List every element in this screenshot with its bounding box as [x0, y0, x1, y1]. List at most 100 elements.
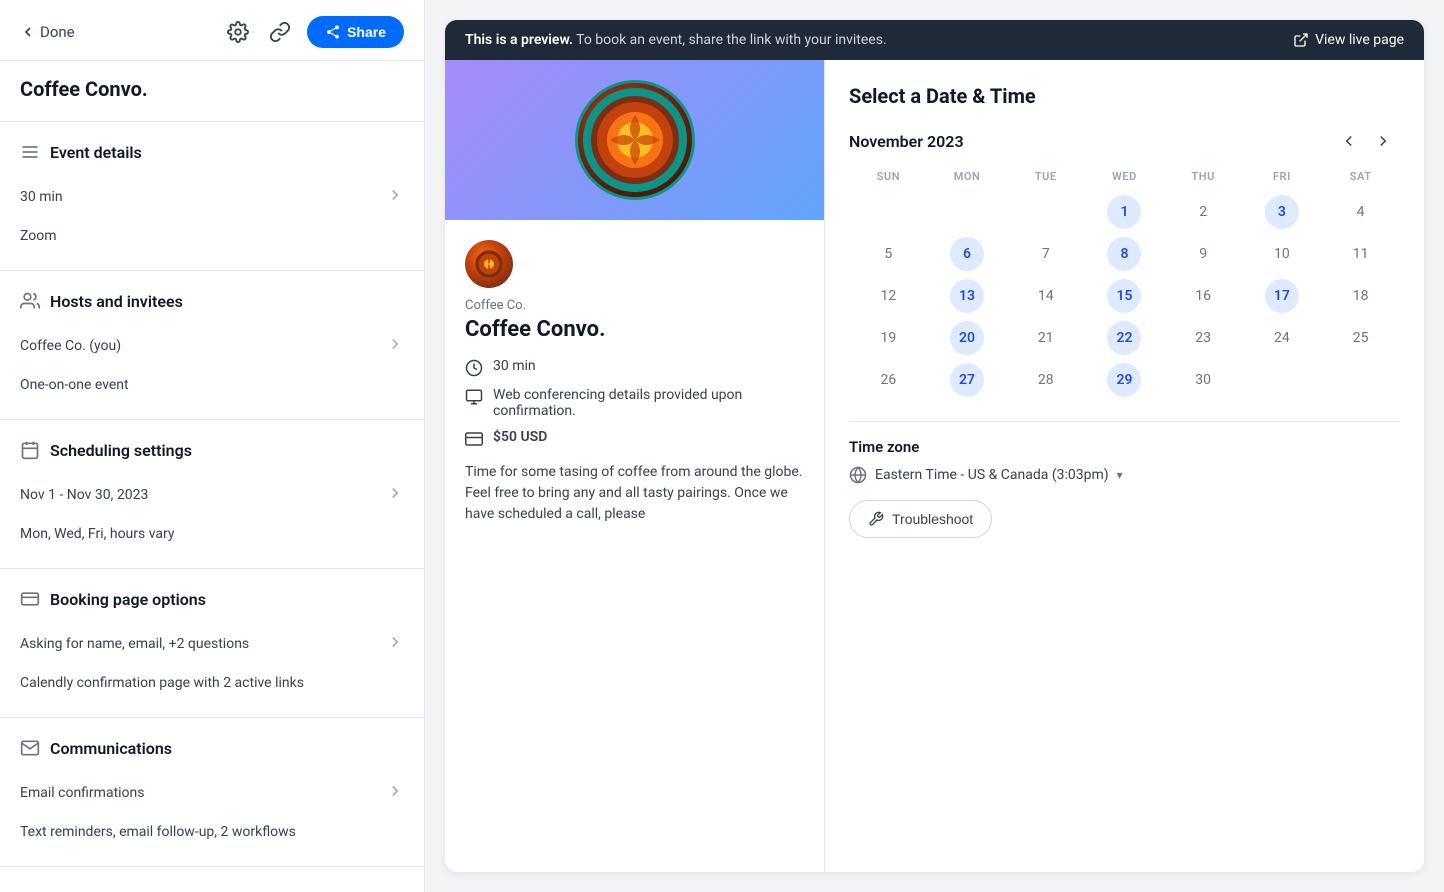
calendar-day-cell[interactable]: 29	[1085, 359, 1164, 401]
section-title: Event details	[50, 143, 142, 162]
available-day[interactable]: 27	[950, 363, 984, 397]
calendar-day-cell: 14	[1006, 275, 1085, 317]
section-title: Booking page options	[50, 590, 206, 609]
preview-message: To book an event, share the link with yo…	[576, 32, 887, 48]
sidebar-section-booking: Booking page options Asking for name, em…	[0, 569, 424, 718]
share-button[interactable]: Share	[307, 16, 404, 48]
calendar-day-cell	[1006, 191, 1085, 233]
calendar-day-header: WED	[1085, 170, 1164, 191]
share-icon	[325, 24, 341, 40]
section-row-text: Asking for name, email, +2 questions	[20, 636, 249, 652]
section-row[interactable]: Asking for name, email, +2 questions	[20, 623, 404, 665]
sidebar-header: Done Share	[0, 0, 424, 61]
calendar-day-cell	[1321, 359, 1400, 401]
section-title: Hosts and invitees	[50, 292, 183, 311]
link-icon	[269, 21, 291, 43]
available-day[interactable]: 1	[1107, 195, 1141, 229]
timezone-selector[interactable]: Eastern Time - US & Canada (3:03pm) ▾	[849, 466, 1400, 484]
event-organizer: Coffee Co.	[465, 298, 804, 313]
available-day[interactable]: 29	[1107, 363, 1141, 397]
page-title: Coffee Convo.	[0, 61, 424, 122]
calendar-day-cell: 10	[1243, 233, 1322, 275]
calendar-day-cell[interactable]: 15	[1085, 275, 1164, 317]
available-day[interactable]: 3	[1265, 195, 1299, 229]
preview-banner: This is a preview. To book an event, sha…	[445, 20, 1424, 60]
section-row-text: Calendly confirmation page with 2 active…	[20, 675, 304, 691]
calendar-day-cell[interactable]: 1	[1085, 191, 1164, 233]
section-row[interactable]: Zoom	[20, 218, 404, 254]
next-month-button[interactable]	[1366, 128, 1400, 154]
prev-month-button[interactable]	[1332, 128, 1366, 154]
calendar-day-cell	[849, 191, 928, 233]
calendar-day-cell: 19	[849, 317, 928, 359]
calendar-nav: November 2023	[849, 128, 1400, 154]
unavailable-day: 21	[1029, 321, 1063, 355]
section-row-text: Mon, Wed, Fri, hours vary	[20, 526, 175, 542]
unavailable-day: 2	[1186, 195, 1220, 229]
event-conferencing-row: Web conferencing details provided upon c…	[465, 387, 804, 419]
link-button[interactable]	[265, 17, 295, 47]
available-day[interactable]: 20	[950, 321, 984, 355]
event-duration-row: 30 min	[465, 358, 804, 377]
calendar-day-cell[interactable]: 17	[1243, 275, 1322, 317]
calendar-day-cell[interactable]: 22	[1085, 317, 1164, 359]
calendar-day-cell[interactable]: 27	[928, 359, 1007, 401]
unavailable-day: 14	[1029, 279, 1063, 313]
unavailable-day: 16	[1186, 279, 1220, 313]
section-row[interactable]: Email confirmations	[20, 772, 404, 814]
unavailable-day: 5	[871, 237, 905, 271]
preview-panel: This is a preview. To book an event, sha…	[445, 20, 1424, 872]
calendar-day-cell: 12	[849, 275, 928, 317]
calendar-day-cell[interactable]: 20	[928, 317, 1007, 359]
chevron-right-icon	[386, 633, 404, 655]
section-icon-hosts-invitees	[20, 291, 40, 311]
preview-body: Coffee Co. Coffee Convo. 30 min	[445, 60, 1424, 872]
available-day[interactable]: 8	[1107, 237, 1141, 271]
calendar-day-cell: 28	[1006, 359, 1085, 401]
unavailable-day: 11	[1344, 237, 1378, 271]
calendar-day-cell[interactable]: 8	[1085, 233, 1164, 275]
available-day[interactable]: 22	[1107, 321, 1141, 355]
calendar-day-cell: 21	[1006, 317, 1085, 359]
settings-button[interactable]	[223, 17, 253, 47]
event-duration: 30 min	[493, 358, 536, 374]
available-day[interactable]: 15	[1107, 279, 1141, 313]
unavailable-day: 10	[1265, 237, 1299, 271]
section-row[interactable]: Nov 1 - Nov 30, 2023	[20, 474, 404, 516]
timezone-section: Time zone Eastern Time - US & Canada (3:…	[849, 421, 1400, 538]
timezone-label: Time zone	[849, 438, 1400, 456]
section-row[interactable]: Text reminders, email follow-up, 2 workf…	[20, 814, 404, 850]
section-title: Communications	[50, 739, 172, 758]
section-row[interactable]: Mon, Wed, Fri, hours vary	[20, 516, 404, 552]
available-day[interactable]: 17	[1265, 279, 1299, 313]
troubleshoot-button[interactable]: Troubleshoot	[849, 500, 992, 538]
view-live-link[interactable]: View live page	[1293, 32, 1404, 48]
timezone-value: Eastern Time - US & Canada (3:03pm)	[875, 467, 1109, 483]
calendar-day-cell: 25	[1321, 317, 1400, 359]
sidebar-sections: Event details 30 min Zoom Hosts and invi…	[0, 122, 424, 867]
event-cover	[445, 60, 824, 220]
section-row[interactable]: Coffee Co. (you)	[20, 325, 404, 367]
calendar-day-cell[interactable]: 13	[928, 275, 1007, 317]
calendar-week-row: 12131415161718	[849, 275, 1400, 317]
unavailable-day: 19	[871, 321, 905, 355]
header-actions: Share	[223, 16, 404, 48]
calendar-day-cell: 26	[849, 359, 928, 401]
event-description: Time for some tasing of coffee from arou…	[465, 462, 804, 525]
calendar-title: Select a Date & Time	[849, 84, 1400, 108]
calendar-day-cell[interactable]: 6	[928, 233, 1007, 275]
calendar-day-header: SAT	[1321, 170, 1400, 191]
section-row[interactable]: One-on-one event	[20, 367, 404, 403]
calendar-day-cell: 30	[1164, 359, 1243, 401]
available-day[interactable]: 13	[950, 279, 984, 313]
calendar-day-cell	[928, 191, 1007, 233]
done-link[interactable]: Done	[20, 23, 75, 41]
section-row-text: Coffee Co. (you)	[20, 338, 121, 354]
timezone-dropdown-icon: ▾	[1117, 468, 1123, 482]
sidebar-section-event-details: Event details 30 min Zoom	[0, 122, 424, 271]
calendar-day-header: THU	[1164, 170, 1243, 191]
section-row[interactable]: 30 min	[20, 176, 404, 218]
calendar-day-cell[interactable]: 3	[1243, 191, 1322, 233]
section-row[interactable]: Calendly confirmation page with 2 active…	[20, 665, 404, 701]
available-day[interactable]: 6	[950, 237, 984, 271]
